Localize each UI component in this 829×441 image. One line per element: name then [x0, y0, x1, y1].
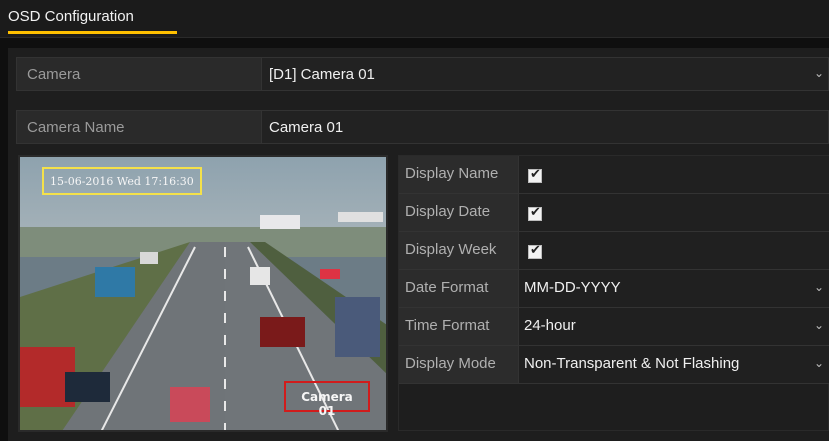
checkmark-icon: ✔ — [530, 205, 541, 220]
display-week-checkbox[interactable]: ✔ — [528, 243, 542, 259]
display-name-label: Display Name — [399, 156, 519, 193]
display-date-label: Display Date — [399, 194, 519, 231]
date-format-label: Date Format — [399, 270, 519, 307]
display-date-row: Display Date ✔ — [399, 194, 829, 232]
camera-label: Camera — [17, 58, 262, 90]
display-week-label: Display Week — [399, 232, 519, 269]
live-preview[interactable]: 15-06-2016 Wed 17:16:30 Camera 01 — [18, 155, 388, 432]
chevron-down-icon[interactable]: ⌄ — [814, 356, 824, 370]
top-bar: OSD Configuration — [0, 0, 829, 38]
date-time-overlay[interactable]: 15-06-2016 Wed 17:16:30 — [42, 167, 202, 195]
time-format-label: Time Format — [399, 308, 519, 345]
chevron-down-icon[interactable]: ⌄ — [814, 280, 824, 294]
osd-settings-panel: Display Name ✔ Display Date ✔ Display We… — [398, 155, 829, 431]
tab-osd-configuration[interactable]: OSD Configuration — [8, 8, 134, 25]
camera-value[interactable]: [D1] Camera 01 — [269, 66, 375, 83]
display-name-row: Display Name ✔ — [399, 156, 829, 194]
display-mode-label: Display Mode — [399, 346, 519, 383]
display-mode-row[interactable]: Display Mode Non-Transparent & Not Flash… — [399, 346, 829, 384]
camera-name-overlay[interactable]: Camera 01 — [284, 381, 370, 418]
display-week-row: Display Week ✔ — [399, 232, 829, 270]
camera-name-label: Camera Name — [17, 111, 262, 143]
display-mode-value[interactable]: Non-Transparent & Not Flashing — [524, 355, 739, 372]
chevron-down-icon[interactable]: ⌄ — [814, 318, 824, 332]
checkmark-icon: ✔ — [530, 243, 541, 258]
time-format-value[interactable]: 24-hour — [524, 317, 576, 334]
date-format-row[interactable]: Date Format MM-DD-YYYY ⌄ — [399, 270, 829, 308]
camera-name-field[interactable]: Camera 01 — [269, 119, 343, 136]
time-format-row[interactable]: Time Format 24-hour ⌄ — [399, 308, 829, 346]
chevron-down-icon[interactable]: ⌄ — [814, 66, 824, 80]
display-date-checkbox[interactable]: ✔ — [528, 205, 542, 221]
camera-select-row[interactable]: Camera [D1] Camera 01 ⌄ — [16, 57, 829, 91]
display-name-checkbox[interactable]: ✔ — [528, 167, 542, 183]
tab-underline — [8, 31, 177, 34]
date-format-value[interactable]: MM-DD-YYYY — [524, 279, 621, 296]
camera-name-row[interactable]: Camera Name Camera 01 — [16, 110, 829, 144]
checkmark-icon: ✔ — [530, 167, 541, 182]
